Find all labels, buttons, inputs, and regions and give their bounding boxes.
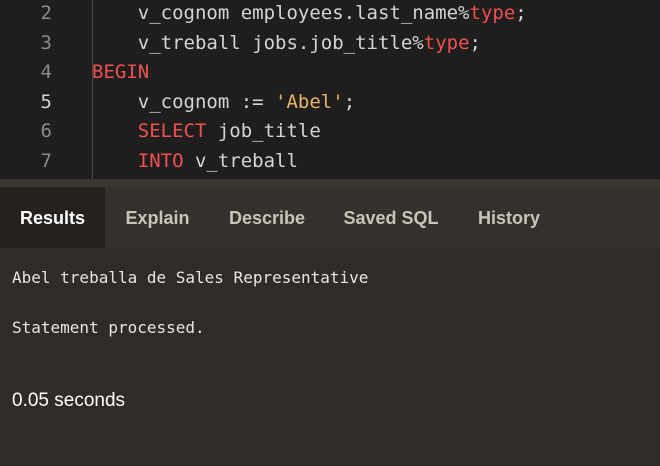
code-token: v_treball xyxy=(183,150,298,172)
tab-describe[interactable]: Describe xyxy=(218,187,316,248)
results-tabbar: Results Explain Describe Saved SQL Histo… xyxy=(0,187,660,248)
execution-time: 0.05 seconds xyxy=(12,390,126,411)
code-token: v_treball jobs.job_title% xyxy=(137,31,424,54)
line-number: 2 xyxy=(40,2,52,24)
tab-explain[interactable]: Explain xyxy=(115,187,200,248)
code-token: ; xyxy=(343,90,356,113)
code-line[interactable]: 7 INTO v_treball xyxy=(0,147,660,176)
code-text: BEGIN xyxy=(92,58,149,87)
string-token: 'Abel' xyxy=(275,90,344,113)
output-status: Statement processed. xyxy=(12,318,205,337)
code-editor[interactable]: 2 v_cognom employees.last_name%type; 3 v_… xyxy=(0,0,660,179)
code-line[interactable]: 2 v_cognom employees.last_name%type; xyxy=(0,0,660,28)
code-line[interactable]: 6 SELECT job_title xyxy=(0,117,660,146)
code-token: job_title xyxy=(206,120,321,143)
pane-splitter[interactable] xyxy=(0,179,660,187)
code-token: v_cognom employees.last_name% xyxy=(137,2,470,24)
code-token: v_cognom := xyxy=(137,90,276,113)
tab-history[interactable]: History xyxy=(465,187,553,248)
keyword-token: INTO xyxy=(137,150,184,172)
line-number: 7 xyxy=(40,150,52,172)
keyword-token: type xyxy=(469,2,516,24)
code-text: v_cognom employees.last_name%type; xyxy=(92,0,527,28)
line-number: 3 xyxy=(40,31,52,54)
line-number: 6 xyxy=(40,120,52,143)
line-number: 5 xyxy=(40,90,52,113)
tab-results[interactable]: Results xyxy=(0,187,105,248)
tab-saved-sql[interactable]: Saved SQL xyxy=(335,187,447,248)
code-text: INTO v_treball xyxy=(92,147,298,176)
code-line[interactable]: 4 BEGIN xyxy=(0,58,660,87)
code-line[interactable]: 3 v_treball jobs.job_title%type; xyxy=(0,29,660,58)
results-output: Abel treballa de Sales Representative St… xyxy=(0,248,660,466)
keyword-token: SELECT xyxy=(137,120,207,143)
keyword-token: type xyxy=(423,31,470,54)
code-token: ; xyxy=(515,2,527,24)
code-text: SELECT job_title xyxy=(92,117,321,146)
output-message: Abel treballa de Sales Representative xyxy=(12,268,369,287)
code-line[interactable]: 5 v_cognom := 'Abel'; xyxy=(0,88,660,117)
line-number: 4 xyxy=(40,61,52,84)
code-text: v_cognom := 'Abel'; xyxy=(92,88,355,117)
code-text: v_treball jobs.job_title%type; xyxy=(92,29,481,58)
code-token: ; xyxy=(469,31,481,54)
keyword-token: BEGIN xyxy=(92,61,150,84)
